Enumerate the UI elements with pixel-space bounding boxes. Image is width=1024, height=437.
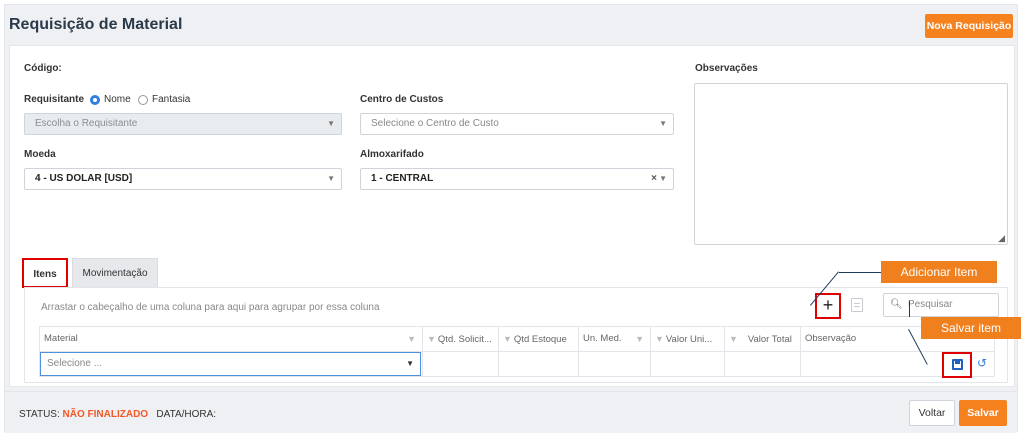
- resize-icon[interactable]: ◢: [998, 233, 1005, 244]
- datetime-label: DATA/HORA:: [156, 409, 217, 420]
- callout-save-item: Salvar item: [921, 317, 1021, 339]
- almox-label: Almoxarifado: [360, 149, 424, 160]
- table-row: Selecione ... ▼ ↺: [39, 351, 995, 378]
- search-placeholder: Pesquisar: [908, 299, 953, 310]
- save-item-button[interactable]: [942, 352, 972, 378]
- group-panel-hint: Arrastar o cabeçalho de uma coluna para …: [41, 302, 380, 313]
- table-cell[interactable]: [800, 352, 940, 376]
- callout-line: [909, 301, 910, 317]
- status-label: STATUS:: [19, 409, 60, 420]
- close-icon[interactable]: ×: [651, 169, 657, 189]
- column-header[interactable]: Material ▼: [40, 327, 422, 351]
- centro-select[interactable]: Selecione o Centro de Custo ▼: [360, 113, 674, 135]
- chevron-down-icon: ▼: [327, 174, 335, 183]
- search-input[interactable]: 🔍︎ Pesquisar: [883, 293, 999, 317]
- save-icon: [951, 359, 963, 370]
- filter-icon[interactable]: ▼: [427, 334, 436, 344]
- requisitante-label: Requisitante: [24, 94, 85, 105]
- page-frame: Requisição de Material Nova Requisição C…: [4, 4, 1021, 433]
- chevron-down-icon: ▼: [327, 119, 335, 128]
- filter-icon[interactable]: ▼: [655, 334, 664, 344]
- filter-icon[interactable]: ▼: [729, 334, 738, 344]
- status-badge: NÃO FINALIZADO: [62, 409, 149, 420]
- column-header[interactable]: ▼ Qtd Estoque: [498, 327, 578, 351]
- obs-label: Observações: [695, 63, 758, 74]
- column-header[interactable]: Un. Med. ▼: [578, 327, 650, 351]
- filter-icon[interactable]: ▼: [503, 334, 512, 344]
- table-cell[interactable]: [650, 352, 724, 376]
- moeda-label: Moeda: [24, 149, 56, 160]
- centro-label: Centro de Custos: [360, 94, 444, 105]
- column-header[interactable]: ▼ Valor Uni...: [650, 327, 724, 351]
- tab-itens[interactable]: Itens: [22, 258, 68, 288]
- save-button[interactable]: Salvar: [959, 400, 1007, 426]
- undo-icon[interactable]: ↺: [977, 356, 987, 370]
- material-placeholder: Selecione ...: [47, 358, 103, 369]
- column-header[interactable]: ▼ Valor Total: [724, 327, 800, 351]
- chevron-down-icon: ▼: [659, 174, 667, 183]
- centro-placeholder: Selecione o Centro de Custo: [371, 118, 499, 129]
- requisitante-select[interactable]: Escolha o Requisitante ▼: [24, 113, 342, 135]
- filter-icon[interactable]: ▼: [635, 327, 644, 351]
- table-cell[interactable]: [578, 352, 650, 376]
- radio-nome-label: Nome: [104, 94, 131, 105]
- almox-value: 1 - CENTRAL: [371, 173, 434, 184]
- plus-icon[interactable]: +: [815, 293, 841, 319]
- footer-bar: STATUS: NÃO FINALIZADO DATA/HORA: Voltar…: [5, 391, 1017, 433]
- almox-select[interactable]: 1 - CENTRAL × ▼: [360, 168, 674, 190]
- filter-icon[interactable]: ▼: [407, 327, 416, 351]
- table-cell[interactable]: [498, 352, 578, 376]
- table-cell[interactable]: [724, 352, 800, 376]
- form-card: Código: Requisitante Nome Fantasia Escol…: [9, 45, 1015, 387]
- moeda-value: 4 - US DOLAR [USD]: [35, 173, 133, 184]
- items-grid: Arrastar o cabeçalho de uma coluna para …: [24, 287, 1008, 383]
- search-icon: 🔍︎: [890, 299, 903, 310]
- callout-add-item: Adicionar Item: [881, 261, 997, 283]
- observacoes-textarea[interactable]: ◢: [694, 83, 1008, 245]
- document-icon[interactable]: [851, 298, 863, 312]
- status-line: STATUS: NÃO FINALIZADO DATA/HORA:: [19, 409, 216, 420]
- moeda-select[interactable]: 4 - US DOLAR [USD] ▼: [24, 168, 342, 190]
- chevron-down-icon: ▼: [406, 359, 414, 368]
- page-header: Requisição de Material Nova Requisição: [5, 5, 1017, 45]
- column-header[interactable]: ▼ Qtd. Solicit...: [422, 327, 498, 351]
- new-requisition-button[interactable]: Nova Requisição: [925, 14, 1013, 38]
- grid-header-row: Material ▼ ▼ Qtd. Solicit... ▼ Qtd Estoque…: [39, 326, 995, 351]
- radio-nome[interactable]: [90, 95, 100, 105]
- material-select[interactable]: Selecione ... ▼: [40, 352, 421, 376]
- radio-fantasia-label: Fantasia: [152, 94, 191, 105]
- callout-line: [839, 272, 881, 273]
- page-title: Requisição de Material: [9, 16, 183, 33]
- tab-movimentacao[interactable]: Movimentação: [72, 258, 158, 288]
- radio-fantasia[interactable]: [138, 95, 148, 105]
- chevron-down-icon: ▼: [659, 119, 667, 128]
- codigo-label: Código:: [24, 63, 62, 74]
- table-cell[interactable]: [422, 352, 498, 376]
- back-button[interactable]: Voltar: [909, 400, 955, 426]
- requisitante-placeholder: Escolha o Requisitante: [35, 118, 138, 129]
